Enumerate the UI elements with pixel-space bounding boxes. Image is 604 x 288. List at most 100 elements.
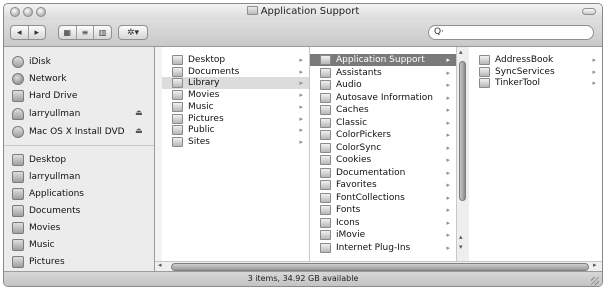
folder-icon — [172, 113, 183, 124]
sidebar-scrollbar[interactable] — [155, 47, 162, 271]
sidebar-item[interactable]: Pictures — [12, 255, 65, 269]
sidebar-item-label: Hard Drive — [29, 91, 78, 101]
search-field[interactable]: Q· — [428, 25, 594, 40]
folder-row[interactable]: AddressBook ▸ — [469, 54, 602, 66]
folder-name: Internet Plug-Ins — [336, 242, 411, 253]
folder-row[interactable]: Pictures ▸ — [162, 113, 309, 125]
sidebar-item[interactable]: Movies — [12, 221, 60, 235]
folder-row[interactable]: Icons ▸ — [310, 217, 456, 229]
disclosure-arrow-icon: ▸ — [446, 143, 450, 152]
scroll-up-arrow-icon[interactable]: ▴ — [459, 233, 463, 241]
folder-icon — [479, 78, 490, 89]
folder-row[interactable]: Public ▸ — [162, 124, 309, 136]
folder-name: Library — [188, 78, 220, 89]
folder-icon — [320, 80, 331, 90]
sidebar-item-label: Documents — [29, 206, 81, 216]
sidebar-item[interactable]: Desktop — [12, 153, 66, 167]
eject-icon[interactable]: ⏏ — [135, 126, 143, 135]
folder-row[interactable]: Movies ▸ — [162, 89, 309, 101]
scroll-left-arrow-icon[interactable]: ◂ — [158, 261, 162, 269]
folder-row[interactable]: TinkerTool ▸ — [469, 77, 602, 89]
action-menu-button[interactable]: ✲▾ — [118, 25, 148, 40]
sidebar-item[interactable]: Hard Drive — [12, 89, 77, 103]
folder-row[interactable]: iMovie ▸ — [310, 229, 456, 241]
view-control: ▦ ≡ ▥ — [58, 25, 112, 40]
folder-row[interactable]: Library ▸ — [162, 77, 309, 90]
list-view-button[interactable]: ≡ — [77, 28, 94, 37]
sidebar-item-label: Network — [29, 74, 67, 84]
icon-view-button[interactable]: ▦ — [59, 28, 76, 37]
sidebar-item-label: iDisk — [29, 57, 51, 67]
folder-row[interactable]: Documentation ▸ — [310, 167, 456, 179]
folder-row[interactable]: Autosave Information ▸ — [310, 92, 456, 104]
title-bar[interactable]: Application Support — [4, 4, 602, 20]
disclosure-arrow-icon: ▸ — [299, 67, 303, 76]
folder-row[interactable]: ColorSync ▸ — [310, 142, 456, 154]
eject-icon[interactable]: ⏏ — [135, 108, 143, 117]
folder-row[interactable]: Internet Plug-Ins ▸ — [310, 242, 456, 254]
folder-row[interactable]: Caches ▸ — [310, 104, 456, 116]
folder-row[interactable]: Assistants ▸ — [310, 67, 456, 79]
folder-icon — [320, 92, 331, 103]
folder-name: Documents — [188, 66, 240, 77]
folder-row[interactable]: Cookies ▸ — [310, 154, 456, 166]
folder-name: Favorites — [336, 180, 377, 190]
back-button[interactable]: ◂ — [11, 28, 28, 38]
sidebar-item[interactable]: larryullman — [12, 170, 80, 184]
folder-row[interactable]: Audio ▸ — [310, 79, 456, 91]
folder-row[interactable]: Desktop ▸ — [162, 54, 309, 66]
disclosure-arrow-icon: ▸ — [446, 131, 450, 139]
scroll-up-arrow-icon[interactable]: ▴ — [459, 48, 463, 56]
sidebar-item[interactable]: iDisk — [12, 55, 51, 69]
folder-row[interactable]: ColorPickers ▸ — [310, 129, 456, 141]
folder-row[interactable]: FontCollections ▸ — [310, 192, 456, 204]
sidebar-item[interactable]: Applications — [12, 187, 84, 201]
folder-row[interactable]: SyncServices ▸ — [469, 66, 602, 78]
sidebar-item[interactable]: Mac OS X Install DVD — [12, 125, 125, 139]
scroll-right-arrow-icon[interactable]: ▸ — [593, 261, 597, 269]
folder-icon — [172, 136, 183, 147]
folder-row[interactable]: Music ▸ — [162, 101, 309, 113]
scroll-down-arrow-icon[interactable]: ▾ — [459, 243, 463, 251]
folder-name: Assistants — [336, 67, 382, 78]
folder-icon — [172, 125, 183, 136]
disclosure-arrow-icon: ▸ — [299, 137, 303, 146]
folder-row[interactable]: Documents ▸ — [162, 66, 309, 78]
column-2-scroll-thumb[interactable] — [459, 61, 466, 201]
folder-name: SyncServices — [495, 66, 555, 77]
disclosure-arrow-icon: ▸ — [299, 102, 303, 111]
toolbar-toggle-button[interactable] — [582, 8, 596, 15]
network-icon — [12, 73, 24, 85]
disclosure-arrow-icon: ▸ — [446, 168, 450, 177]
folder-row[interactable]: Classic ▸ — [310, 117, 456, 129]
music-icon — [12, 239, 24, 251]
search-icon: Q· — [434, 27, 444, 37]
folder-row[interactable]: Sites ▸ — [162, 136, 309, 148]
sidebar-item[interactable]: Music — [12, 238, 55, 252]
sidebar-item[interactable]: larryullman — [12, 107, 80, 121]
forward-button[interactable]: ▸ — [29, 28, 46, 38]
folder-name: Fonts — [336, 205, 361, 215]
folder-row[interactable]: Favorites ▸ — [310, 179, 456, 191]
sidebar-item-label: Movies — [29, 223, 61, 233]
sidebar-item-label: Desktop — [29, 155, 67, 165]
disclosure-arrow-icon: ▸ — [446, 206, 450, 214]
sidebar-item[interactable]: Documents — [12, 204, 80, 218]
disclosure-arrow-icon: ▸ — [446, 118, 450, 127]
folder-icon — [172, 55, 183, 65]
resize-grip-icon[interactable] — [591, 277, 599, 285]
folder-icon — [479, 55, 490, 65]
folder-icon — [320, 55, 331, 65]
folder-row[interactable]: Fonts ▸ — [310, 204, 456, 216]
horizontal-scroll-thumb[interactable] — [171, 263, 589, 271]
finder-window: Application Support ◂ ▸ ▦ ≡ ▥ ✲▾ Q· iDis… — [3, 3, 603, 287]
column-view-button[interactable]: ▥ — [94, 28, 111, 37]
folder-icon — [320, 142, 331, 153]
column-2-scrollbar[interactable]: ▴ ▴ ▾ — [456, 47, 469, 261]
folder-icon — [172, 90, 183, 101]
folder-row[interactable]: Application Support ▸ — [310, 54, 456, 66]
column-1: Desktop ▸ Documents ▸ Library ▸ Movies ▸ Music ▸ P… — [162, 47, 310, 261]
window-title-wrap: Application Support — [4, 6, 602, 17]
column-3: AddressBook ▸ SyncServices ▸ TinkerTool ▸ — [469, 47, 602, 261]
sidebar-item[interactable]: Network — [12, 72, 67, 86]
